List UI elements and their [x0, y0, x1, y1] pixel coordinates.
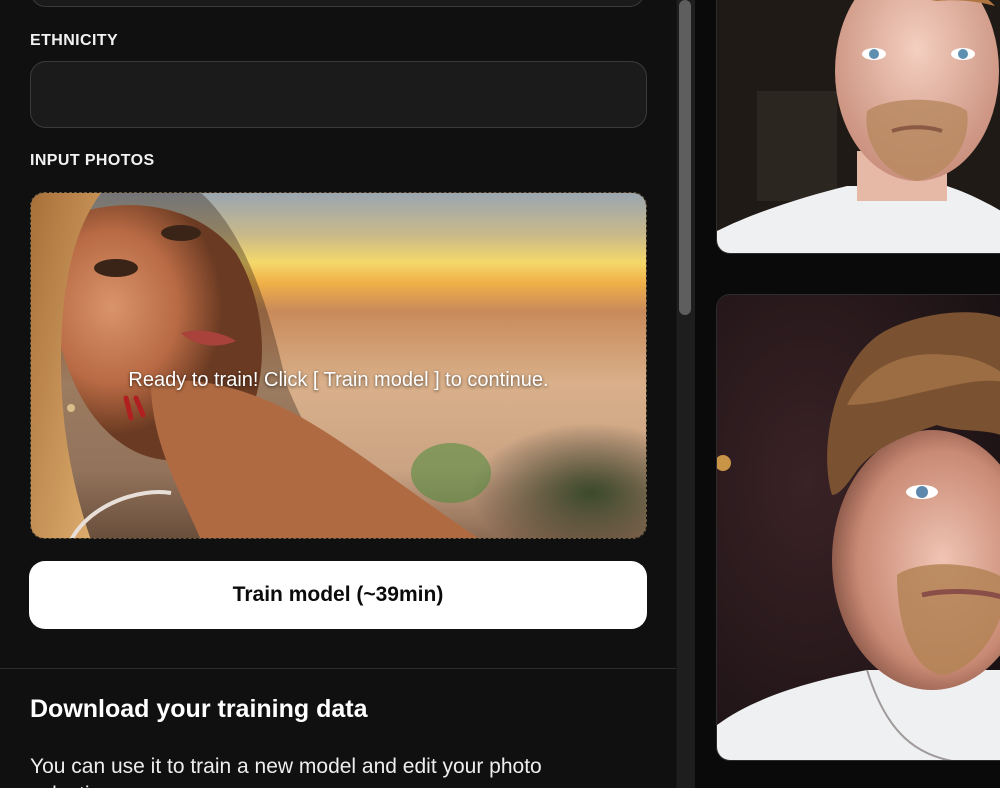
section-divider	[0, 668, 676, 669]
dropzone-message: Ready to train! Click [ Train model ] to…	[128, 369, 549, 391]
input-photos-label: INPUT PHOTOS	[30, 152, 155, 169]
train-model-button[interactable]: Train model (~39min)	[29, 561, 647, 629]
training-form-panel: ETHNICITY INPUT PHOTOS Ready to train! C…	[0, 0, 676, 788]
scrollbar-thumb[interactable]	[679, 0, 691, 315]
generated-photo-card[interactable]	[716, 294, 1000, 761]
generated-portrait-image	[717, 295, 1000, 760]
ethnicity-label: ETHNICITY	[30, 32, 119, 49]
generated-photo-card[interactable]	[716, 0, 1000, 254]
previous-field[interactable]	[30, 0, 645, 7]
input-photos-dropzone[interactable]: Ready to train! Click [ Train model ] to…	[30, 192, 647, 539]
ethnicity-input[interactable]	[30, 61, 647, 128]
download-section-body: You can use it to train a new model and …	[30, 755, 542, 788]
download-section-title: Download your training data	[30, 695, 368, 723]
generated-portrait-image	[717, 0, 1000, 253]
input-photo-image	[31, 193, 646, 538]
